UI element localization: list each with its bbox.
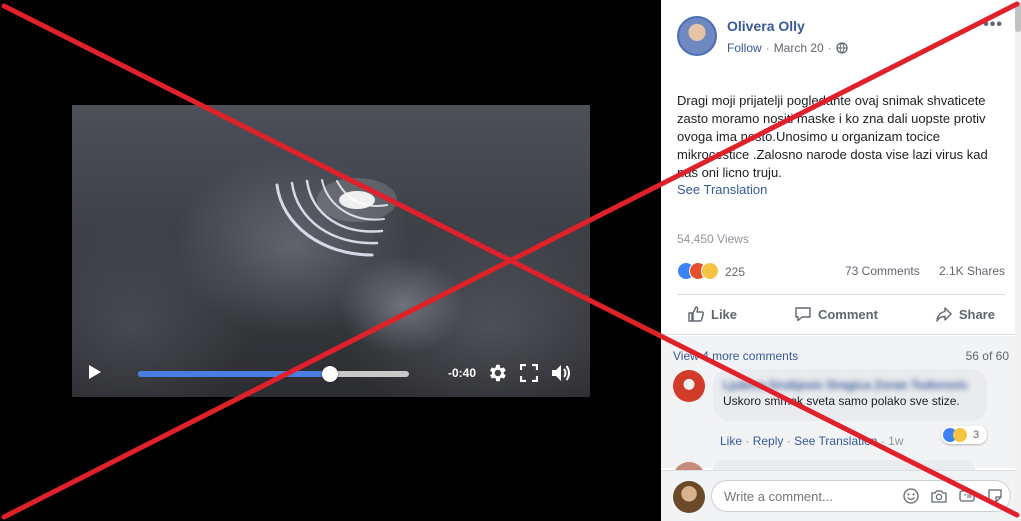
comment-see-translation-link[interactable]: See Translation: [794, 434, 877, 448]
scrub-progress: [138, 371, 331, 377]
divider: [661, 334, 1021, 335]
commenter-avatar[interactable]: [673, 370, 705, 402]
post-action-bar: Like Comment Share: [677, 296, 1005, 332]
composer-icons: [903, 488, 1003, 504]
like-button[interactable]: Like: [677, 305, 747, 323]
post-meta: Follow · March 20 ·: [727, 41, 848, 55]
commenter-name[interactable]: Ljubica Grubjesic Dragica Zoran Todorovi…: [723, 378, 968, 392]
comment-label: Comment: [817, 306, 878, 322]
comment-icon: [795, 307, 811, 322]
gif-icon[interactable]: [959, 488, 975, 504]
comment-reply-link[interactable]: Reply: [753, 434, 784, 448]
shares-count[interactable]: 2.1K Shares: [939, 264, 1005, 278]
video-area: -0:40: [0, 0, 661, 521]
post-panel: Olivera Olly Follow · March 20 · ••• Dra…: [661, 0, 1021, 521]
user-avatar: [673, 481, 705, 513]
comment-like-link[interactable]: Like: [720, 434, 742, 448]
share-arrow-icon: [936, 307, 952, 322]
follow-link[interactable]: Follow: [727, 41, 762, 55]
play-icon[interactable]: [88, 364, 102, 380]
gear-icon[interactable]: [486, 362, 508, 384]
comments-count[interactable]: 73 Comments: [845, 264, 920, 278]
sad-reaction-icon[interactable]: [701, 262, 719, 280]
more-options-icon[interactable]: •••: [983, 16, 1003, 34]
see-translation-link[interactable]: See Translation: [677, 182, 767, 197]
comment-age[interactable]: 1w: [888, 434, 903, 448]
video-player[interactable]: -0:40: [72, 105, 590, 397]
thumbs-up-icon: [688, 306, 704, 322]
like-label: Like: [711, 306, 738, 322]
reaction-summary: 225 73 Comments 2.1K Shares: [677, 260, 1005, 282]
volume-icon[interactable]: [550, 363, 572, 383]
share-label: Share: [958, 306, 995, 322]
comment-actions: Like · Reply · See Translation · 1w: [720, 434, 904, 448]
reaction-count[interactable]: 225: [725, 265, 745, 279]
view-more-comments-link[interactable]: View 4 more comments: [673, 349, 798, 363]
post-date[interactable]: March 20: [774, 41, 824, 55]
comment-text: Uskoro smmak sveta samo polako sve stize…: [723, 394, 960, 408]
scroll-thumb[interactable]: [1015, 2, 1021, 32]
author-avatar[interactable]: [677, 16, 717, 56]
comment-reaction-count: 3: [973, 429, 980, 441]
emoji-icon[interactable]: [903, 488, 919, 504]
comment-bubble: Ljubica Grubjesic Dragica Zoran Todorovi…: [713, 369, 987, 421]
sticker-icon[interactable]: [987, 488, 1003, 504]
separator-dot: ·: [745, 434, 753, 448]
haha-reaction-icon: [953, 428, 967, 442]
separator-dot: ·: [765, 41, 770, 55]
time-remaining: -0:40: [448, 366, 477, 380]
camera-icon[interactable]: [931, 488, 947, 504]
divider: [677, 294, 1005, 295]
comment-reactions[interactable]: 3: [941, 426, 987, 444]
scrub-handle[interactable]: [322, 366, 339, 382]
fullscreen-icon[interactable]: [520, 364, 538, 382]
author-name[interactable]: Olivera Olly: [727, 18, 805, 34]
video-controls: -0:40: [72, 351, 590, 397]
scrub-bar[interactable]: [138, 366, 409, 382]
globe-icon: [836, 42, 848, 54]
comment-composer: [661, 470, 1021, 521]
comment-pagination: 56 of 60: [965, 349, 1009, 363]
comment-button[interactable]: Comment: [784, 305, 888, 323]
post-text: Dragi moji prijatelji pogledahte ovaj sn…: [677, 93, 988, 180]
comments-section: View 4 more comments 56 of 60 Ljubica Gr…: [661, 336, 1021, 494]
scrollbar[interactable]: [1015, 0, 1021, 521]
share-button[interactable]: Share: [925, 305, 1005, 323]
separator-dot: ·: [786, 434, 795, 448]
separator-dot: ·: [827, 41, 832, 55]
view-count: 54,450 Views: [677, 232, 749, 246]
